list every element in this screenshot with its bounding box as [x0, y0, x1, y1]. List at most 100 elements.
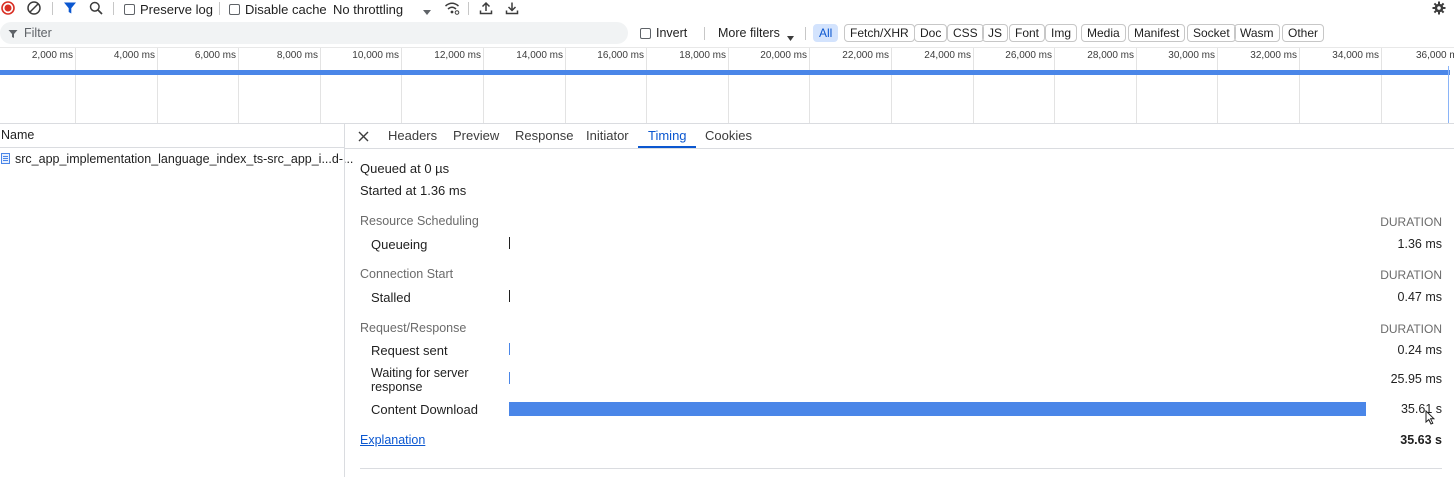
timing-bar-waiting [509, 372, 510, 384]
filter-chip-font[interactable]: Font [1009, 24, 1046, 42]
timeline-gridline [565, 47, 566, 123]
toolbar-separator [113, 2, 114, 15]
export-har-icon[interactable] [505, 1, 519, 15]
timeline-tick-label: 24,000 ms [924, 50, 971, 61]
timeline-tick-label: 20,000 ms [760, 50, 807, 61]
filter-icon [8, 28, 18, 38]
tab-timing[interactable]: Timing [648, 128, 687, 148]
toolbar-separator [468, 2, 469, 15]
preserve-log-label: Preserve log [140, 1, 213, 17]
filter-chip-wasm[interactable]: Wasm [1234, 24, 1280, 42]
list-header-border [0, 147, 344, 148]
timeline-gridline [1136, 47, 1137, 123]
table-row[interactable]: src_app_implementation_language_index_ts… [0, 150, 353, 168]
toolbar-separator [805, 27, 806, 40]
invert-label: Invert [656, 26, 688, 40]
timing-label-waiting: Waiting for server response [371, 366, 469, 394]
timing-label-queueing: Queueing [371, 237, 428, 252]
filter-chip-img[interactable]: Img [1045, 24, 1078, 42]
chevron-down-icon[interactable] [423, 5, 431, 15]
timeline-request-bar [0, 70, 1450, 75]
timing-bar-request-sent [509, 343, 510, 355]
timeline-gridline [1054, 47, 1055, 123]
panel-divider[interactable] [344, 124, 345, 477]
timeline-tick-label: 6,000 ms [194, 50, 236, 61]
timeline-tick-label: 34,000 ms [1332, 50, 1379, 61]
mouse-cursor-icon [1425, 409, 1436, 425]
timeline-tick-label: 36,000 m [1416, 50, 1454, 61]
filter-placeholder: Filter [24, 26, 52, 40]
timeline-tick-label: 12,000 ms [434, 50, 481, 61]
filter-chip-doc[interactable]: Doc [914, 24, 948, 42]
import-har-icon[interactable] [479, 1, 493, 15]
timing-label-stalled: Stalled [371, 290, 411, 305]
duration-header: DURATION [1380, 268, 1442, 282]
filter-chip-fetch-xhr[interactable]: Fetch/XHR [844, 24, 915, 42]
chevron-down-icon[interactable] [787, 31, 794, 41]
filter-input[interactable]: Filter [0, 22, 628, 44]
timeline-gridline [1299, 47, 1300, 123]
checkbox-box[interactable] [640, 27, 651, 39]
record-icon[interactable] [1, 1, 15, 15]
timeline-cursor [1448, 66, 1449, 123]
clear-icon[interactable] [27, 1, 41, 15]
network-toolbar: Preserve log Disable cache No throttling [0, 0, 1454, 18]
search-icon[interactable] [89, 1, 103, 15]
toolbar-separator [219, 2, 220, 15]
timeline-tick-label: 14,000 ms [516, 50, 563, 61]
timeline-tick-label: 22,000 ms [842, 50, 889, 61]
filter-chip-socket[interactable]: Socket [1187, 24, 1236, 42]
filter-icon[interactable] [63, 1, 77, 15]
section-connection-start: Connection Start [360, 267, 454, 281]
timeline-bottom-border [0, 123, 1454, 124]
more-filters-dropdown[interactable]: More filters [718, 24, 780, 42]
explanation-link[interactable]: Explanation [360, 433, 425, 447]
invert-checkbox[interactable]: Invert [640, 24, 687, 42]
timeline-tick-label: 8,000 ms [276, 50, 318, 61]
timeline-gridline [483, 47, 484, 123]
queued-at: Queued at 0 µs [360, 161, 450, 176]
filter-chip-manifest[interactable]: Manifest [1128, 24, 1186, 42]
document-icon [1, 153, 10, 164]
timeline-gridline [1381, 47, 1382, 123]
tab-initiator[interactable]: Initiator [586, 128, 629, 148]
name-column-header[interactable]: Name [1, 128, 34, 142]
timing-value-content-download: 35.61 s [1400, 402, 1442, 416]
throttling-value: No throttling [333, 1, 404, 17]
timeline-gridline [1217, 47, 1218, 123]
preserve-log-checkbox[interactable]: Preserve log [124, 0, 213, 18]
timeline-gridline [401, 47, 402, 123]
toolbar-separator [704, 27, 705, 40]
gear-icon[interactable] [1432, 1, 1446, 15]
tab-headers[interactable]: Headers [388, 128, 437, 148]
network-conditions-icon[interactable] [444, 1, 460, 15]
checkbox-box[interactable] [124, 3, 135, 15]
filter-chip-media[interactable]: Media [1081, 24, 1126, 42]
timing-value-waiting: 25.95 ms [1390, 372, 1442, 386]
tab-preview[interactable]: Preview [453, 128, 499, 148]
filter-chip-js[interactable]: JS [982, 24, 1009, 42]
throttling-select[interactable]: No throttling [333, 0, 403, 18]
timing-label-request-sent: Request sent [371, 343, 448, 358]
tab-response[interactable]: Response [515, 128, 574, 148]
timeline-tick-label: 16,000 ms [597, 50, 644, 61]
section-request-response: Request/Response [360, 321, 467, 335]
filter-chip-css[interactable]: CSS [947, 24, 984, 42]
timeline-tick-label: 28,000 ms [1087, 50, 1134, 61]
toolbar-separator [52, 2, 53, 15]
section-resource-scheduling: Resource Scheduling [360, 214, 479, 228]
disable-cache-label: Disable cache [245, 1, 327, 17]
disable-cache-checkbox[interactable]: Disable cache [229, 0, 327, 18]
timing-total: 35.63 s [1400, 433, 1442, 447]
filter-chip-other[interactable]: Other [1282, 24, 1325, 42]
filter-chip-all[interactable]: All [813, 24, 839, 42]
timeline-gridline [646, 47, 647, 123]
tabs-border [345, 148, 1454, 149]
close-icon[interactable] [358, 131, 369, 142]
duration-header: DURATION [1380, 215, 1442, 229]
timing-value-queueing: 1.36 ms [1397, 237, 1442, 251]
checkbox-box[interactable] [229, 3, 240, 15]
timing-bar-queueing [509, 237, 510, 249]
timeline-tick-label: 2,000 ms [31, 50, 73, 61]
tab-cookies[interactable]: Cookies [705, 128, 752, 148]
